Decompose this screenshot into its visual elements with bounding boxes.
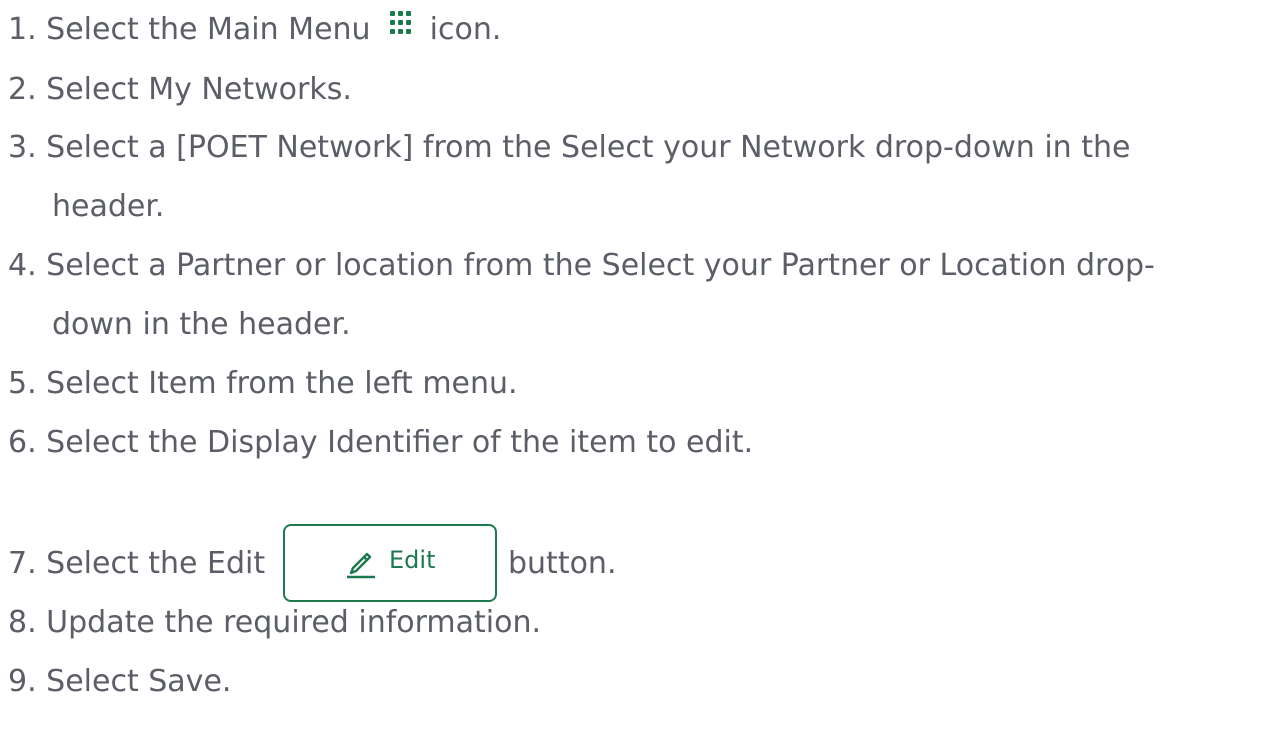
step-number: 8. xyxy=(8,605,37,640)
step-3-continuation: header. xyxy=(52,189,165,224)
step-3: 3. Select a [POET Network] from the Sele… xyxy=(8,127,1130,169)
step-8: 8. Update the required information. xyxy=(8,602,541,644)
step-number: 6. xyxy=(8,425,37,460)
step-text-line1: Select a [POET Network] from the Select … xyxy=(46,130,1131,165)
step-text-line1: Select a Partner or location from the Se… xyxy=(46,248,1155,283)
step-text: Select Save. xyxy=(46,664,232,699)
edit-button-label: Edit xyxy=(389,546,436,574)
main-menu-grid-icon xyxy=(382,11,416,41)
step-7-after: button. xyxy=(508,546,617,581)
step-number: 5. xyxy=(8,366,37,401)
step-text: Select the Edit xyxy=(46,546,266,581)
step-text: Select the Display Identifier of the ite… xyxy=(46,425,754,460)
step-number: 2. xyxy=(8,72,37,107)
step-4: 4. Select a Partner or location from the… xyxy=(8,245,1155,287)
step-text: Update the required information. xyxy=(46,605,542,640)
step-number: 7. xyxy=(8,546,37,581)
step-5: 5. Select Item from the left menu. xyxy=(8,363,518,405)
step-number: 9. xyxy=(8,664,37,699)
step-7: 7. Select the Edit xyxy=(8,543,265,585)
step-4-continuation: down in the header. xyxy=(52,307,351,342)
step-text: Select Item from the left menu. xyxy=(46,366,518,401)
step-text: Select the Main Menu xyxy=(46,12,371,47)
step-number: 4. xyxy=(8,248,37,283)
pencil-icon xyxy=(347,552,375,579)
step-text-after: icon. xyxy=(429,12,502,47)
step-text: Select My Networks. xyxy=(46,72,352,107)
edit-button[interactable]: Edit xyxy=(283,524,497,602)
step-6: 6. Select the Display Identifier of the … xyxy=(8,422,753,464)
step-2: 2. Select My Networks. xyxy=(8,69,352,111)
step-number: 3. xyxy=(8,130,37,165)
step-9: 9. Select Save. xyxy=(8,661,231,703)
step-number: 1. xyxy=(8,12,37,47)
step-1: 1. Select the Main Menu icon. xyxy=(8,9,501,51)
